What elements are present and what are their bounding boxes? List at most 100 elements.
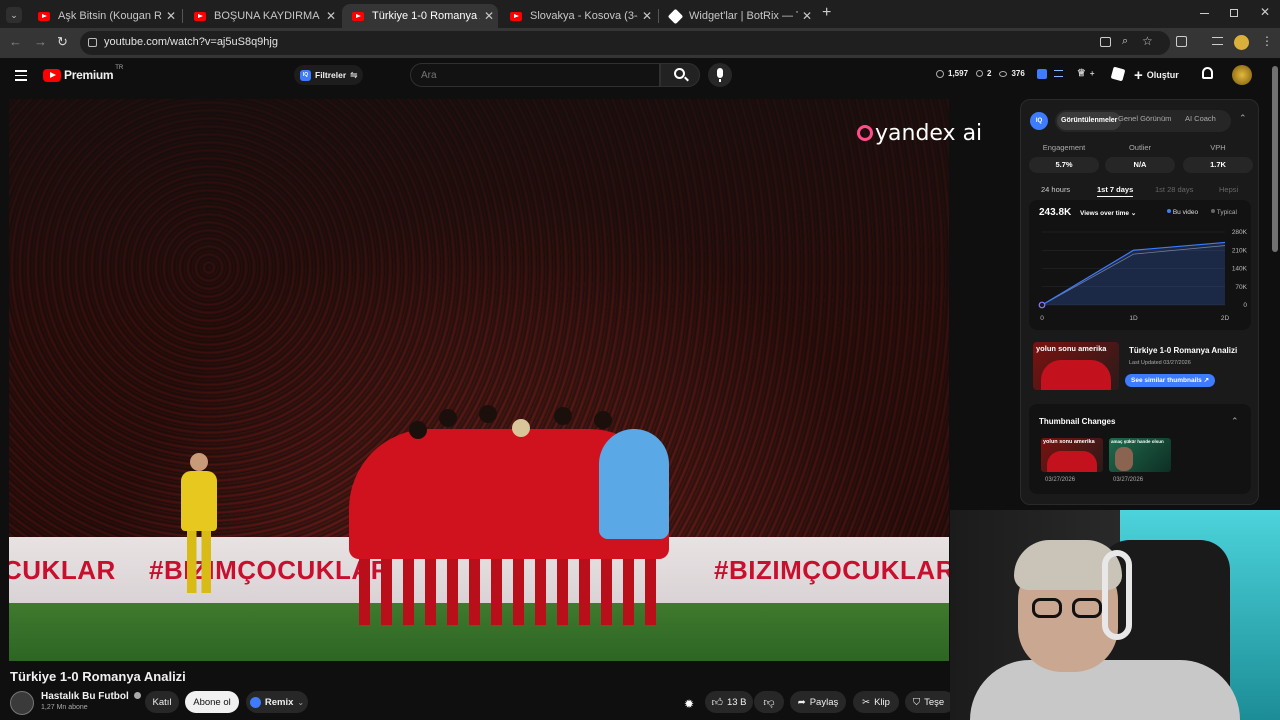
stat-count3: 376 (1011, 69, 1025, 78)
thanks-icon: ⛉ (913, 696, 921, 708)
list-icon[interactable] (1053, 70, 1063, 77)
browser-tab[interactable]: Aşk Bitsin (Kougan Ray Remix) ✕ (28, 4, 180, 28)
page-scrollbar[interactable] (1272, 66, 1278, 252)
stats-bar: 1,597 2 376 ♕ + (936, 68, 1094, 79)
webcam-overlay (950, 510, 1280, 720)
video-player[interactable]: CUKLAR #BIZIMÇOCUKLAR #BIZIMÇOCUKLAR yan… (9, 99, 1009, 661)
youtube-header: Premium TR IQ Filtreler ⇋ 1,597 2 376 ♕ … (0, 58, 1280, 92)
reload-icon[interactable]: ↻ (57, 34, 68, 50)
forward-arrow-icon[interactable]: → (34, 34, 47, 49)
menu-hamburger-icon[interactable] (15, 70, 27, 84)
share-button[interactable]: ➦ Paylaş (790, 691, 846, 713)
browser-tab[interactable]: BOŞUNA KAYDIRMA 83/#BK83 ✕ (184, 4, 340, 28)
browser-menu-icon[interactable]: ⋮ (1261, 34, 1273, 48)
change-thumbnail[interactable]: yolun sonu amerika (1041, 438, 1103, 472)
range-24-hours[interactable]: 24 hours (1041, 185, 1070, 194)
external-link-icon: ↗ (1203, 377, 1210, 384)
search-button[interactable] (660, 63, 700, 87)
close-tab-icon[interactable]: ✕ (798, 9, 816, 23)
close-tab-icon[interactable]: ✕ (162, 9, 180, 23)
dislike-button[interactable]: 👎︎ (754, 691, 784, 713)
sparkle-icon[interactable]: + (1090, 69, 1095, 78)
subscribe-button[interactable]: Abone ol (185, 691, 239, 713)
tab-views[interactable]: Görüntülenmeler (1057, 112, 1122, 130)
collapse-chevron-icon[interactable]: ⌃ (1231, 416, 1239, 427)
thumbnail-changes-title: Thumbnail Changes (1039, 417, 1116, 426)
bookmark-star-icon[interactable]: ☆ (1142, 34, 1153, 48)
thumbs-down-icon: 👎︎ (763, 696, 775, 709)
voice-search-button[interactable] (708, 63, 732, 87)
zoom-icon[interactable]: ⌕ (1122, 35, 1128, 48)
change-thumbnail[interactable]: amaç şükür hande olsun (1109, 438, 1171, 472)
browser-tab-active[interactable]: Türkiye 1-0 Romanya Analizi - Y ✕ (342, 4, 498, 28)
metric-label: VPH (1210, 143, 1226, 152)
tab-search-button[interactable]: ⌄ (6, 7, 22, 23)
range-first-28-days[interactable]: 1st 28 days (1155, 185, 1193, 194)
extension-gear-icon[interactable]: ✹ (684, 697, 694, 711)
close-tab-icon[interactable]: ✕ (638, 9, 656, 23)
yandex-text: yandex ai (875, 121, 983, 146)
browser-tab[interactable]: Widget'lar | BotRix — Twitch, K ✕ (660, 4, 816, 28)
youtube-logo[interactable]: Premium TR (43, 65, 123, 82)
browser-tab-strip: ⌄ Aşk Bitsin (Kougan Ray Remix) ✕ BOŞUNA… (0, 0, 1280, 28)
see-similar-thumbnails-button[interactable]: See similar thumbnails ↗ (1125, 374, 1216, 387)
reading-list-icon[interactable] (1212, 37, 1223, 45)
account-avatar[interactable] (1232, 65, 1252, 85)
trophy-icon[interactable]: ♕ (1077, 68, 1086, 79)
metric-value: 5.7% (1029, 157, 1099, 173)
thumbs-up-icon: 👍︎ (711, 696, 723, 709)
notifications-bell-icon[interactable] (1202, 67, 1213, 79)
close-tab-icon[interactable]: ✕ (480, 9, 498, 23)
headset (1102, 550, 1132, 640)
similar-label: See similar thumbnails (1131, 377, 1202, 384)
thumbnail-caption: yolun sonu amerika (1036, 344, 1107, 353)
board-text-left: CUKLAR (9, 555, 116, 585)
like-button[interactable]: 👍︎ 13 B (705, 691, 753, 713)
minimize-window-button[interactable] (1200, 13, 1209, 14)
botrix-favicon-icon (667, 8, 684, 24)
range-first-7-days[interactable]: 1st 7 days (1097, 185, 1134, 197)
back-arrow-icon[interactable]: ← (9, 34, 22, 49)
site-info-icon[interactable] (88, 38, 97, 47)
new-tab-button[interactable]: + (822, 4, 831, 22)
board-text-center: #BIZIMÇOCUKLAR (149, 555, 390, 585)
channel-avatar[interactable] (10, 691, 34, 715)
close-window-button[interactable]: ✕ (1260, 5, 1270, 19)
thanks-button[interactable]: ⛉ Teşe (905, 691, 955, 713)
restore-window-button[interactable] (1230, 9, 1238, 17)
y-tick-label: 210K (1232, 247, 1248, 254)
player-head (594, 411, 612, 429)
search-input[interactable] (410, 63, 660, 87)
join-button[interactable]: Katıl (145, 691, 179, 713)
browser-tab-title: Widget'lar | BotRix — Twitch, K (689, 10, 798, 22)
profile-avatar[interactable] (1234, 35, 1249, 50)
collapse-chevron-icon[interactable]: ⌃ (1239, 113, 1247, 124)
youtube-play-icon (43, 68, 61, 82)
video-thumbnail[interactable]: yolun sonu amerika (1033, 342, 1119, 390)
tab-ai-coach[interactable]: AI Coach (1185, 114, 1216, 123)
range-all[interactable]: Hepsi (1219, 185, 1238, 194)
player-head (409, 421, 427, 439)
close-tab-icon[interactable]: ✕ (322, 9, 340, 23)
filters-label: Filtreler (315, 70, 347, 80)
share-arrow-icon: ➦ (797, 696, 806, 708)
thumbnail-changes: Thumbnail Changes ⌃ yolun sonu amerika a… (1029, 404, 1251, 494)
install-app-icon[interactable] (1100, 37, 1111, 47)
youtube-premium-label: Premium (64, 68, 114, 82)
extension-puzzle-icon[interactable] (1110, 66, 1126, 82)
browser-tab[interactable]: Slovakya - Kosova (3-4) Maç Ö ✕ (500, 4, 656, 28)
glasses-lens (1032, 598, 1062, 618)
browser-tab-title: Slovakya - Kosova (3-4) Maç Ö (530, 10, 638, 22)
create-button[interactable]: + Oluştur (1134, 65, 1179, 85)
iq-extension-icon[interactable] (1036, 68, 1047, 79)
channel-name[interactable]: Hastalık Bu Futbol (41, 691, 141, 702)
y-tick-label: 280K (1232, 229, 1248, 236)
tab-overview[interactable]: Genel Görünüm (1118, 114, 1171, 123)
address-bar[interactable]: youtube.com/watch?v=aj5uS8q9hjg ⌕ ☆ (80, 31, 1170, 55)
data-point[interactable] (1038, 301, 1046, 309)
streamer-glasses (1030, 598, 1110, 620)
clip-button[interactable]: ✂ Klip (853, 691, 899, 713)
filters-button[interactable]: IQ Filtreler ⇋ (294, 65, 364, 85)
remix-button[interactable]: Remix ⌄ (246, 691, 308, 713)
extensions-puzzle-icon[interactable] (1176, 36, 1187, 47)
